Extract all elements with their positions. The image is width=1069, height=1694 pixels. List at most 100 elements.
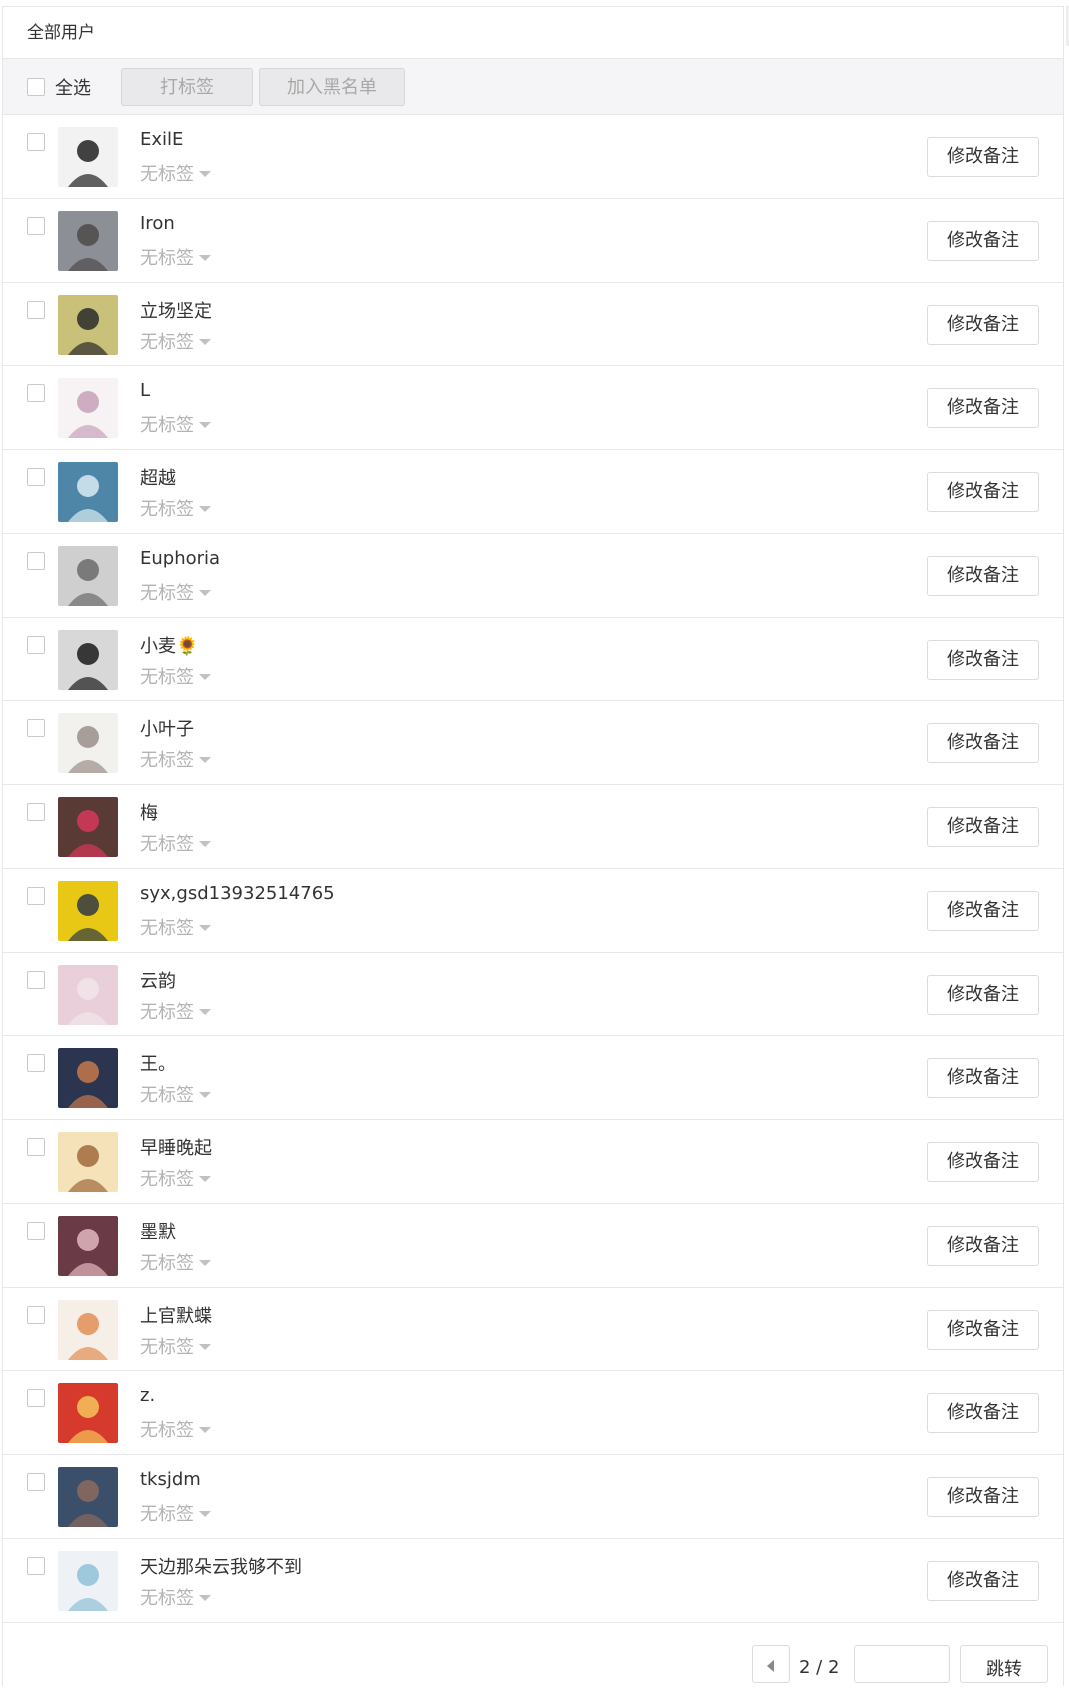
- caret-down-icon: [199, 673, 211, 680]
- chevron-left-icon: [767, 1660, 774, 1672]
- user-checkbox[interactable]: [27, 1054, 45, 1073]
- caret-down-icon: [199, 841, 211, 847]
- tag-dropdown-label: 无标签: [140, 834, 194, 855]
- user-name: 天边那朵云我够不到: [140, 1556, 302, 1578]
- edit-remark-button[interactable]: 修改备注: [927, 639, 1039, 680]
- tag-dropdown-label: 无标签: [140, 750, 194, 772]
- avatar[interactable]: [58, 1467, 118, 1527]
- avatar[interactable]: [58, 1048, 118, 1109]
- user-checkbox[interactable]: [27, 384, 45, 403]
- tag-dropdown[interactable]: 无标签: [140, 411, 211, 437]
- user-checkbox[interactable]: [27, 216, 45, 235]
- user-checkbox[interactable]: [27, 635, 45, 654]
- avatar[interactable]: [58, 964, 118, 1025]
- user-checkbox[interactable]: [27, 1389, 45, 1408]
- avatar[interactable]: [58, 880, 118, 941]
- user-checkbox[interactable]: [27, 719, 45, 738]
- user-name: 早睡晚起: [140, 1138, 212, 1159]
- edit-remark-button[interactable]: 修改备注: [927, 807, 1039, 847]
- tag-dropdown[interactable]: 无标签: [140, 328, 211, 354]
- jump-button[interactable]: 跳转: [960, 1645, 1048, 1683]
- edit-remark-button[interactable]: 修改备注: [927, 555, 1039, 596]
- user-row: 立场坚定 无标签 修改备注: [3, 283, 1063, 367]
- panel-title: 全部用户: [3, 7, 1063, 59]
- tag-dropdown[interactable]: 无标签: [140, 160, 211, 186]
- user-name: 超越: [140, 468, 176, 489]
- tag-dropdown[interactable]: 无标签: [140, 579, 211, 605]
- avatar[interactable]: [58, 127, 118, 187]
- avatar[interactable]: [58, 294, 118, 355]
- pagination: 2 / 2 跳转: [0, 1645, 1069, 1685]
- edit-remark-button[interactable]: 修改备注: [927, 974, 1039, 1015]
- select-all-label[interactable]: 全选: [55, 74, 119, 100]
- user-checkbox[interactable]: [27, 970, 45, 989]
- page-jump-input[interactable]: [854, 1645, 950, 1683]
- user-checkbox[interactable]: [27, 300, 45, 319]
- tag-dropdown-label: 无标签: [140, 331, 194, 353]
- avatar[interactable]: [58, 629, 118, 690]
- avatar[interactable]: [58, 1215, 118, 1276]
- tag-button[interactable]: 打标签: [121, 67, 253, 106]
- user-name: 墨默: [140, 1221, 176, 1243]
- tag-dropdown[interactable]: 无标签: [140, 1249, 211, 1275]
- avatar[interactable]: [58, 1299, 118, 1360]
- tag-dropdown[interactable]: 无标签: [140, 1584, 211, 1610]
- user-row: z. 无标签 修改备注: [3, 1371, 1063, 1455]
- tag-dropdown[interactable]: 无标签: [140, 1416, 211, 1442]
- avatar[interactable]: [58, 462, 118, 522]
- avatar[interactable]: [58, 1550, 118, 1611]
- user-checkbox[interactable]: [27, 1138, 45, 1156]
- edit-remark-button[interactable]: 修改备注: [927, 472, 1039, 512]
- add-to-blacklist-button[interactable]: 加入黑名单: [259, 67, 405, 106]
- edit-remark-button[interactable]: 修改备注: [927, 1058, 1039, 1099]
- tag-dropdown[interactable]: 无标签: [140, 495, 211, 521]
- tag-dropdown[interactable]: 无标签: [140, 1333, 211, 1359]
- caret-down-icon: [199, 171, 211, 177]
- user-checkbox[interactable]: [27, 1221, 45, 1240]
- avatar[interactable]: [58, 797, 118, 857]
- edit-remark-button[interactable]: 修改备注: [927, 1142, 1039, 1182]
- user-checkbox[interactable]: [27, 133, 45, 151]
- avatar[interactable]: [58, 1132, 118, 1192]
- tag-dropdown[interactable]: 无标签: [140, 1165, 211, 1191]
- edit-remark-button[interactable]: 修改备注: [927, 388, 1039, 429]
- edit-remark-button[interactable]: 修改备注: [927, 1309, 1039, 1350]
- avatar[interactable]: [58, 378, 118, 439]
- edit-remark-button[interactable]: 修改备注: [927, 1560, 1039, 1601]
- caret-down-icon: [199, 1427, 211, 1434]
- select-all-checkbox[interactable]: [27, 77, 45, 96]
- edit-remark-button[interactable]: 修改备注: [927, 137, 1039, 177]
- tag-dropdown[interactable]: 无标签: [140, 1081, 211, 1107]
- edit-remark-button[interactable]: 修改备注: [927, 890, 1039, 931]
- tag-dropdown[interactable]: 无标签: [140, 746, 211, 772]
- user-checkbox[interactable]: [27, 1556, 45, 1575]
- tag-dropdown[interactable]: 无标签: [140, 830, 211, 856]
- user-checkbox[interactable]: [27, 886, 45, 905]
- tag-dropdown-label: 无标签: [140, 1336, 194, 1358]
- user-checkbox[interactable]: [27, 551, 45, 570]
- avatar[interactable]: [58, 210, 118, 271]
- user-checkbox[interactable]: [27, 1473, 45, 1491]
- user-row: L 无标签 修改备注: [3, 366, 1063, 450]
- prev-page-button[interactable]: [752, 1645, 790, 1683]
- avatar[interactable]: [58, 713, 118, 774]
- tag-dropdown[interactable]: 无标签: [140, 914, 211, 940]
- tag-dropdown-label: 无标签: [140, 1169, 194, 1190]
- edit-remark-button[interactable]: 修改备注: [927, 304, 1039, 345]
- user-checkbox[interactable]: [27, 468, 45, 486]
- caret-down-icon: [199, 1594, 211, 1601]
- tag-dropdown[interactable]: 无标签: [140, 1500, 211, 1526]
- edit-remark-button[interactable]: 修改备注: [927, 1225, 1039, 1266]
- user-checkbox[interactable]: [27, 1305, 45, 1324]
- edit-remark-button[interactable]: 修改备注: [927, 723, 1039, 764]
- tag-dropdown[interactable]: 无标签: [140, 998, 211, 1024]
- tag-dropdown[interactable]: 无标签: [140, 663, 211, 689]
- avatar[interactable]: [58, 1383, 118, 1444]
- tag-dropdown[interactable]: 无标签: [140, 244, 211, 270]
- edit-remark-button[interactable]: 修改备注: [927, 220, 1039, 261]
- tag-dropdown-label: 无标签: [140, 1001, 194, 1023]
- user-checkbox[interactable]: [27, 803, 45, 821]
- edit-remark-button[interactable]: 修改备注: [927, 1477, 1039, 1517]
- avatar[interactable]: [58, 545, 118, 606]
- edit-remark-button[interactable]: 修改备注: [927, 1393, 1039, 1434]
